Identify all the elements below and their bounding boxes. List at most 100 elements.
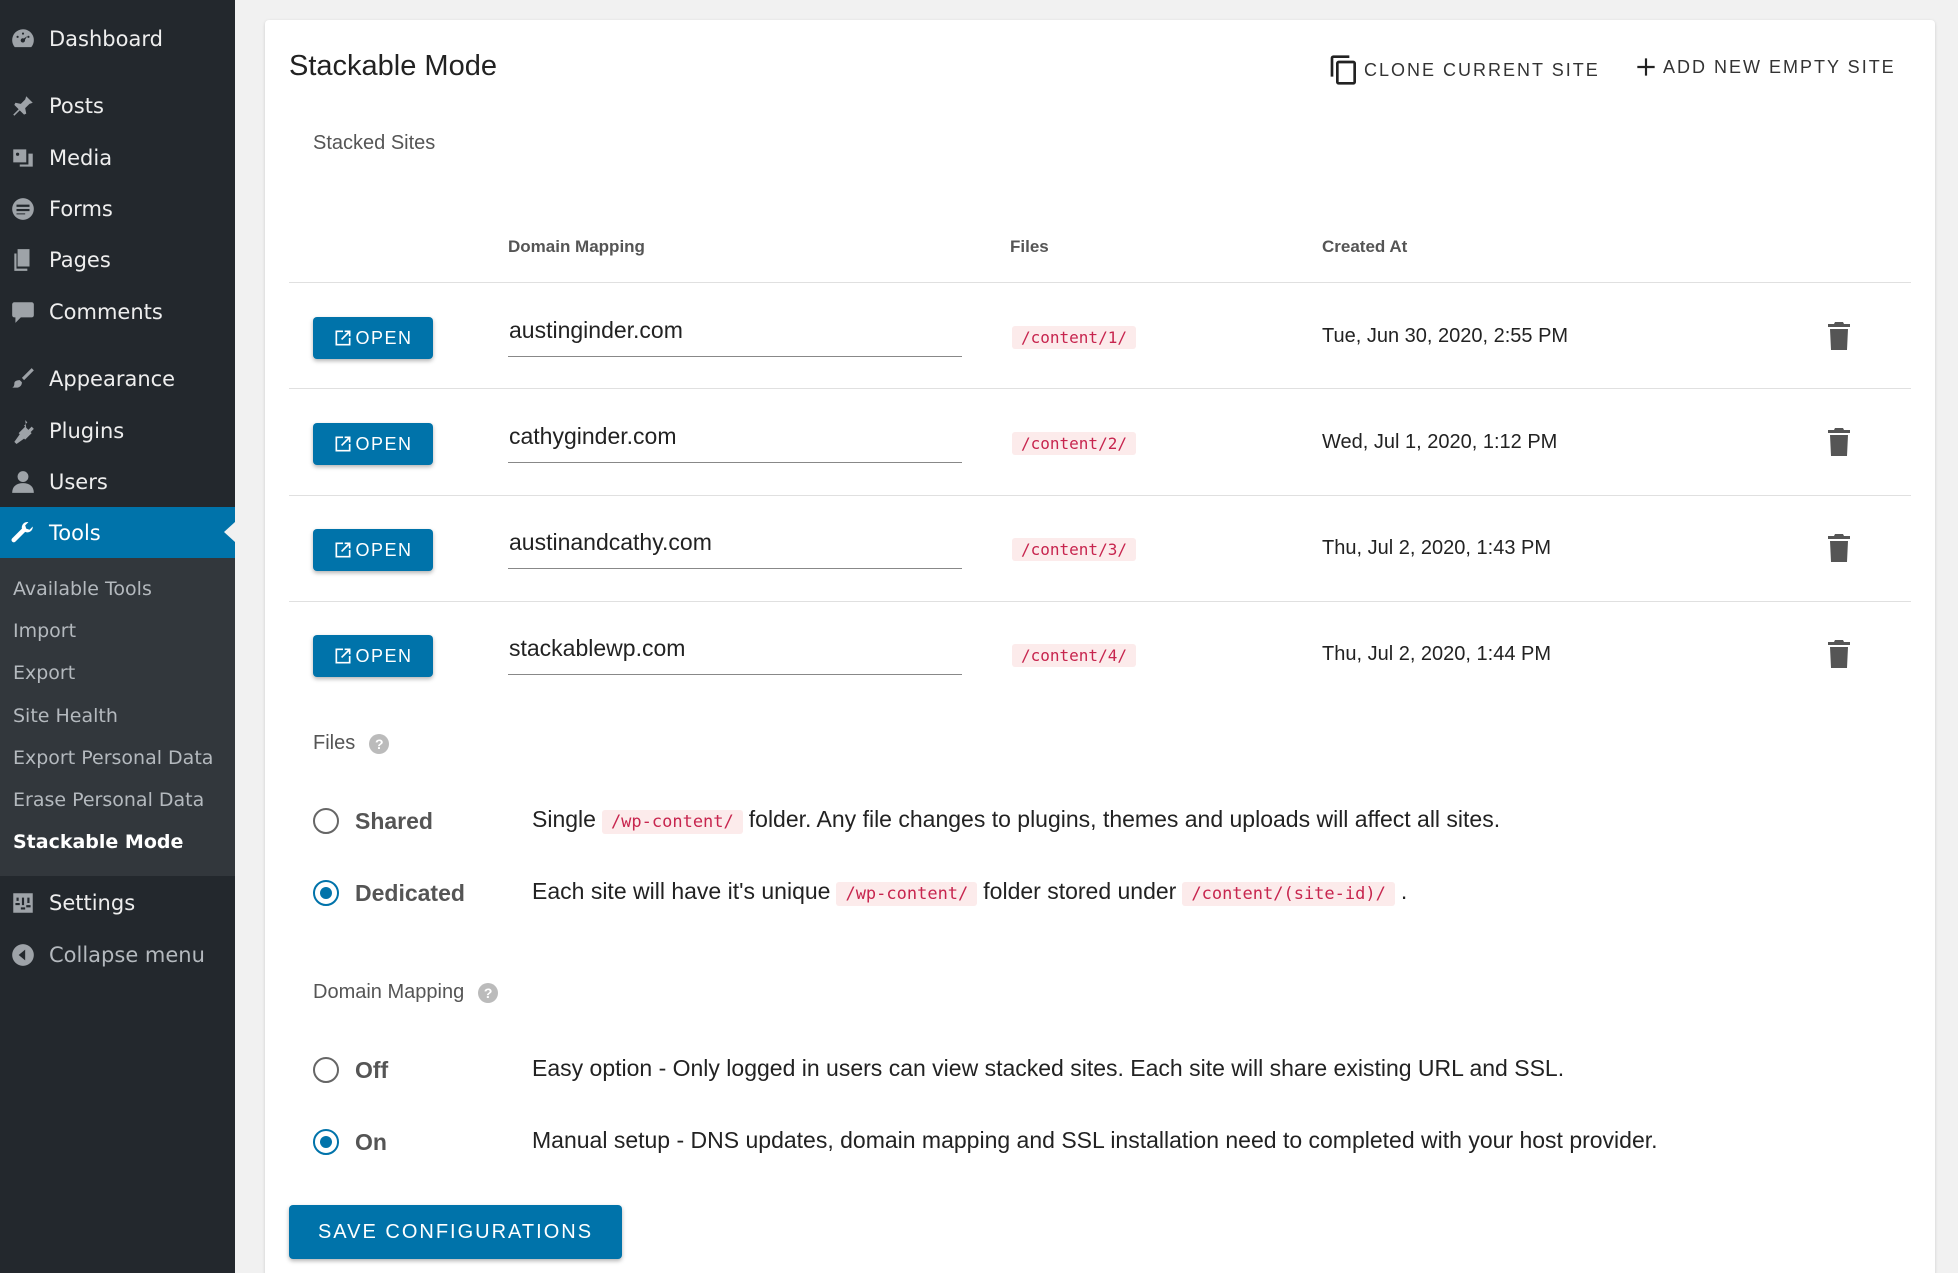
delete-site-button[interactable]	[1827, 321, 1851, 351]
open-site-button[interactable]: OPEN	[313, 529, 433, 571]
files-path: /content/4/	[1012, 644, 1136, 667]
collapse-menu-button[interactable]: Collapse menu	[0, 930, 235, 980]
user-icon	[10, 469, 36, 495]
radio-dedicated[interactable]	[313, 880, 339, 906]
domain-option-on[interactable]: On	[313, 1129, 387, 1155]
created-at: Wed, Jul 1, 2020, 1:12 PM	[1322, 431, 1558, 453]
column-header-created: Created At	[1322, 237, 1408, 256]
collapse-icon	[10, 942, 36, 968]
clone-site-button[interactable]: CLONE CURRENT SITE	[1328, 54, 1600, 86]
shared-desc-b: folder. Any file changes to plugins, the…	[748, 806, 1501, 832]
domain-option-off[interactable]: Off	[313, 1057, 388, 1083]
open-site-button[interactable]: OPEN	[313, 635, 433, 677]
created-at: Thu, Jul 2, 2020, 1:43 PM	[1322, 537, 1552, 559]
save-configurations-button[interactable]: SAVE CONFIGURATIONS	[289, 1205, 622, 1259]
submenu-item[interactable]: Import	[13, 620, 76, 642]
copy-icon	[1330, 55, 1356, 85]
dedicated-desc-b: folder stored under	[983, 878, 1177, 904]
external-link-icon	[335, 542, 351, 558]
radio-on[interactable]	[313, 1129, 339, 1155]
radio-label-on: On	[355, 1129, 387, 1155]
submenu-item[interactable]: Site Health	[13, 705, 118, 727]
settings-icon	[10, 890, 36, 916]
trash-icon	[1828, 640, 1850, 668]
submenu-item[interactable]: Erase Personal Data	[13, 789, 204, 811]
sidebar-item-pages[interactable]: Pages	[0, 235, 235, 285]
sidebar-item-label: Appearance	[49, 367, 176, 391]
sidebar-item-media[interactable]: Media	[0, 133, 235, 183]
domain-mapping-input[interactable]: austinandcathy.com	[508, 525, 962, 569]
files-option-shared[interactable]: Shared	[313, 808, 433, 834]
created-at: Thu, Jul 2, 2020, 1:44 PM	[1322, 643, 1552, 665]
pages-icon	[10, 247, 36, 273]
files-path: /content/3/	[1012, 538, 1136, 561]
sidebar-item-tools[interactable]: Tools	[0, 507, 235, 558]
table-row: OPEN austinginder.com /content/1/ Tue, J…	[289, 283, 1911, 388]
stackable-mode-card: Stackable Mode CLONE CURRENT SITE ADD NE…	[265, 20, 1935, 1273]
help-icon[interactable]: ?	[478, 982, 499, 1003]
submenu-item[interactable]: Available Tools	[13, 578, 152, 600]
wp-content-code: /wp-content/	[601, 810, 743, 834]
table-row: OPEN austinandcathy.com /content/3/ Thu,…	[289, 495, 1911, 600]
radio-label-shared: Shared	[355, 808, 433, 834]
submenu-item[interactable]: Export Personal Data	[13, 747, 213, 769]
radio-label-dedicated: Dedicated	[355, 880, 465, 906]
sidebar-item-label: Forms	[49, 197, 113, 221]
radio-off[interactable]	[313, 1057, 339, 1083]
sidebar-item-label: Plugins	[49, 419, 125, 443]
sidebar-item-users[interactable]: Users	[0, 457, 235, 507]
help-icon[interactable]: ?	[369, 733, 390, 754]
site-id-path-code: /content/(site-id)/	[1182, 882, 1395, 906]
sidebar-item-label: Pages	[49, 248, 111, 272]
created-at: Tue, Jun 30, 2020, 2:55 PM	[1322, 325, 1569, 347]
delete-site-button[interactable]	[1827, 639, 1851, 669]
sidebar-item-label: Media	[49, 146, 113, 170]
sidebar-item-label: Comments	[49, 300, 163, 324]
domain-mapping-section-label: Domain Mapping?	[313, 981, 499, 1004]
open-site-button[interactable]: OPEN	[313, 423, 433, 465]
pin-icon	[10, 93, 36, 119]
delete-site-button[interactable]	[1827, 533, 1851, 563]
sidebar-item-forms[interactable]: Forms	[0, 184, 235, 234]
open-site-button[interactable]: OPEN	[313, 317, 433, 359]
shared-desc-a: Single	[532, 806, 596, 832]
dedicated-desc-a: Each site will have it's unique	[532, 878, 831, 904]
sidebar-item-label: Collapse menu	[49, 943, 205, 967]
open-label: OPEN	[355, 645, 413, 666]
dedicated-description: Each site will have it's unique/wp-conte…	[532, 878, 1407, 906]
sidebar-item-label: Dashboard	[49, 27, 163, 51]
open-label: OPEN	[355, 433, 413, 454]
sidebar-item-settings[interactable]: Settings	[0, 878, 235, 928]
open-label: OPEN	[355, 539, 413, 560]
radio-shared[interactable]	[313, 808, 339, 834]
wrench-icon	[10, 520, 36, 546]
add-new-site-button[interactable]: ADD NEW EMPTY SITE	[1633, 54, 1896, 80]
delete-site-button[interactable]	[1827, 427, 1851, 457]
submenu-item-current[interactable]: Stackable Mode	[13, 831, 183, 853]
comment-icon	[10, 299, 36, 325]
sidebar-item-plugins[interactable]: Plugins	[0, 406, 235, 456]
plugin-icon	[10, 418, 36, 444]
sidebar-item-label: Users	[49, 470, 108, 494]
add-new-site-label: ADD NEW EMPTY SITE	[1663, 56, 1896, 77]
files-path: /content/2/	[1012, 432, 1136, 455]
trash-icon	[1828, 322, 1850, 350]
domain-mapping-input[interactable]: cathyginder.com	[508, 419, 962, 463]
domain-mapping-input[interactable]: austinginder.com	[508, 313, 962, 357]
sidebar-item-appearance[interactable]: Appearance	[0, 354, 235, 404]
sidebar-item-comments[interactable]: Comments	[0, 287, 235, 337]
files-option-dedicated[interactable]: Dedicated	[313, 880, 465, 906]
media-icon	[10, 145, 36, 171]
external-link-icon	[335, 330, 351, 346]
sidebar-item-label: Settings	[49, 891, 136, 915]
sidebar-item-dashboard[interactable]: Dashboard	[0, 14, 235, 64]
sidebar-item-posts[interactable]: Posts	[0, 81, 235, 131]
external-link-icon	[335, 436, 351, 452]
domain-mapping-label: Domain Mapping	[313, 981, 465, 1003]
column-header-files: Files	[1010, 237, 1049, 256]
domain-mapping-input[interactable]: stackablewp.com	[508, 631, 962, 675]
radio-label-off: Off	[355, 1057, 389, 1083]
on-description: Manual setup - DNS updates, domain mappi…	[532, 1127, 1658, 1153]
submenu-item[interactable]: Export	[13, 662, 75, 684]
files-label: Files	[313, 732, 356, 754]
